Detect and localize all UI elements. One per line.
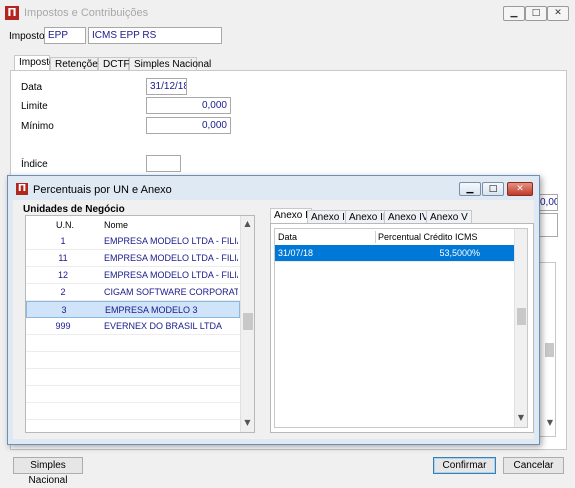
- data-input[interactable]: 31/12/18: [146, 78, 187, 95]
- percentuais-dialog: Π Percentuais por UN e Anexo ▁ □ ✕ Unida…: [7, 175, 540, 445]
- indice-label: Índice: [21, 159, 48, 170]
- dialog-logo-icon: Π: [16, 183, 28, 195]
- units-empty-row: [26, 386, 240, 403]
- tab-dctf[interactable]: DCTF: [98, 57, 130, 71]
- data-label: Data: [21, 82, 43, 93]
- units-grid-body: 1 EMPRESA MODELO LTDA - FILIAL 11 EMPRESA M…: [26, 233, 240, 432]
- limite-input[interactable]: 0,000: [146, 97, 231, 114]
- dialog-maximize-icon[interactable]: □: [482, 182, 504, 196]
- window-title-bar: Π Impostos e Contribuições ▁ □ ✕: [0, 0, 575, 26]
- anexo-scrollbar[interactable]: ▼: [514, 229, 527, 427]
- units-scroll-thumb[interactable]: [243, 313, 253, 330]
- maximize-icon[interactable]: □: [525, 6, 547, 21]
- unit-name-cell: EMPRESA MODELO LTDA - FILIAL 1: [104, 270, 238, 280]
- tab-retencoes[interactable]: Retenções: [50, 57, 103, 71]
- anexo-panel: Data Percentual Crédito ICMS 31/07/18 53,…: [270, 223, 534, 433]
- units-col-un[interactable]: U.N.: [56, 218, 74, 232]
- partial-value-field[interactable]: 0,00: [538, 194, 558, 211]
- units-empty-row: [26, 403, 240, 420]
- units-col-nome[interactable]: Nome: [104, 218, 128, 232]
- anexo-col-divider: [375, 231, 376, 243]
- chevron-up-icon[interactable]: ▲: [241, 219, 254, 228]
- chevron-down-icon[interactable]: ▼: [546, 418, 554, 427]
- unit-code-cell: 999: [55, 321, 71, 331]
- anexo-table-row[interactable]: 31/07/18 53,5000%: [275, 245, 514, 262]
- units-table-row[interactable]: 2 CIGAM SOFTWARE CORPORATIVO S.: [26, 284, 240, 301]
- units-group-label: Unidades de Negócio: [23, 204, 125, 215]
- window-title: Impostos e Contribuições: [24, 7, 149, 19]
- dialog-close-icon[interactable]: ✕: [507, 182, 533, 196]
- units-table-row[interactable]: 3 EMPRESA MODELO 3: [26, 301, 240, 318]
- minimize-icon[interactable]: ▁: [503, 6, 525, 21]
- unit-code-cell: 11: [58, 253, 68, 263]
- minimo-input[interactable]: 0,000: [146, 117, 231, 134]
- unit-name-cell: CIGAM SOFTWARE CORPORATIVO S.: [104, 287, 238, 297]
- unit-name-cell: EMPRESA MODELO LTDA - FILIAL 1: [104, 253, 238, 263]
- units-scrollbar[interactable]: ▲ ▼: [240, 216, 254, 432]
- dialog-minimize-icon[interactable]: ▁: [459, 182, 481, 196]
- anexo-date-cell: 31/07/18: [278, 248, 314, 258]
- limite-label: Limite: [21, 101, 48, 112]
- chevron-down-icon[interactable]: ▼: [515, 413, 527, 422]
- imposto-description-input[interactable]: ICMS EPP RS: [88, 27, 222, 44]
- units-table-row[interactable]: 11 EMPRESA MODELO LTDA - FILIAL 1: [26, 250, 240, 267]
- unit-name-cell: EVERNEX DO BRASIL LTDA: [104, 321, 223, 331]
- cancelar-button[interactable]: Cancelar: [503, 457, 564, 474]
- confirmar-button[interactable]: Confirmar: [433, 457, 496, 474]
- simples-nacional-button[interactable]: Simples Nacional: [13, 457, 83, 486]
- anexo-scroll-thumb[interactable]: [517, 308, 526, 325]
- units-table-row[interactable]: 999 EVERNEX DO BRASIL LTDA: [26, 318, 240, 335]
- app-logo-icon: Π: [5, 6, 19, 20]
- unit-code-cell: 12: [57, 270, 68, 280]
- unit-code-cell: 2: [60, 287, 66, 297]
- tab-anexo-v[interactable]: Anexo V: [426, 210, 472, 224]
- units-empty-row: [26, 352, 240, 369]
- close-icon[interactable]: ✕: [547, 6, 569, 21]
- indice-input[interactable]: [146, 155, 181, 172]
- units-grid: U.N. Nome 1 EMPRESA MODELO LTDA - FILIAL 1…: [25, 215, 255, 433]
- partial-text-field[interactable]: [538, 213, 558, 237]
- units-empty-row: [26, 369, 240, 386]
- anexo-col-percentual[interactable]: Percentual Crédito ICMS: [378, 230, 478, 244]
- units-table-row[interactable]: 12 EMPRESA MODELO LTDA - FILIAL 1: [26, 267, 240, 284]
- anexo-percent-cell: 53,5000%: [439, 248, 480, 258]
- tab-simples-nacional[interactable]: Simples Nacional: [129, 57, 211, 71]
- unit-name-cell: EMPRESA MODELO LTDA - FILIAL: [104, 236, 238, 246]
- imposto-label: Imposto: [9, 31, 45, 42]
- unit-name-cell: EMPRESA MODELO 3: [105, 305, 198, 315]
- units-table-row[interactable]: 1 EMPRESA MODELO LTDA - FILIAL: [26, 233, 240, 250]
- imposto-code-input[interactable]: EPP: [44, 27, 86, 44]
- tab-imposto[interactable]: Imposto: [14, 55, 55, 71]
- anexo-grid-body: 31/07/18 53,5000%: [275, 245, 514, 425]
- anexo-col-data[interactable]: Data: [278, 230, 297, 244]
- dialog-title: Percentuais por UN e Anexo: [33, 184, 172, 196]
- unit-code-cell: 1: [60, 236, 66, 246]
- partial-list-scroll-thumb[interactable]: [545, 343, 554, 357]
- minimo-label: Mínimo: [21, 121, 54, 132]
- anexo-grid: Data Percentual Crédito ICMS 31/07/18 53,…: [274, 228, 528, 428]
- units-empty-row: [26, 335, 240, 352]
- tab-anexo-i[interactable]: Anexo I: [270, 208, 312, 224]
- chevron-down-icon[interactable]: ▼: [241, 418, 254, 427]
- unit-code-cell: 3: [61, 305, 67, 315]
